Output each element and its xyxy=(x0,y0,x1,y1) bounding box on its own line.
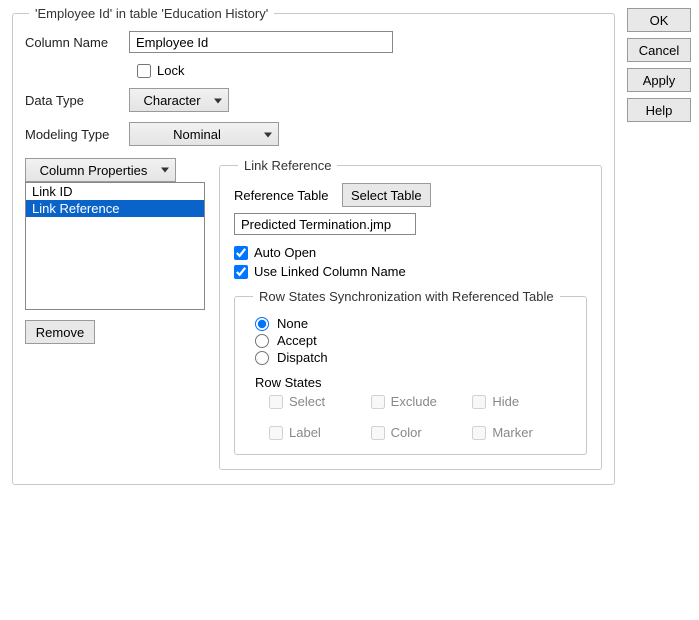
radio-none-wrap[interactable]: None xyxy=(255,316,572,331)
rs-label-wrap: Label xyxy=(269,425,357,440)
rs-select-checkbox xyxy=(269,395,283,409)
rs-color-wrap: Color xyxy=(371,425,459,440)
column-name-input[interactable] xyxy=(129,31,393,53)
help-button[interactable]: Help xyxy=(627,98,691,122)
label-column-name: Column Name xyxy=(25,35,129,50)
rs-marker-checkbox xyxy=(472,426,486,440)
rs-exclude-label: Exclude xyxy=(391,394,437,409)
auto-open-checkbox[interactable] xyxy=(234,246,248,260)
rs-hide-wrap: Hide xyxy=(472,394,560,409)
link-reference-title: Link Reference xyxy=(238,158,337,173)
column-info-group: 'Employee Id' in table 'Education Histor… xyxy=(12,6,615,485)
row-states-sync-group: Row States Synchronization with Referenc… xyxy=(234,289,587,455)
rs-label-label: Label xyxy=(289,425,321,440)
use-linked-label: Use Linked Column Name xyxy=(254,264,406,279)
rs-select-wrap: Select xyxy=(269,394,357,409)
rs-marker-wrap: Marker xyxy=(472,425,560,440)
list-item[interactable]: Link Reference xyxy=(26,200,204,217)
list-item[interactable]: Link ID xyxy=(26,183,204,200)
rs-exclude-wrap: Exclude xyxy=(371,394,459,409)
label-modeling-type: Modeling Type xyxy=(25,127,129,142)
rs-marker-label: Marker xyxy=(492,425,532,440)
use-linked-checkbox[interactable] xyxy=(234,265,248,279)
rs-hide-checkbox xyxy=(472,395,486,409)
modeling-type-select[interactable]: Nominal xyxy=(129,122,279,146)
rs-label-checkbox xyxy=(269,426,283,440)
auto-open-wrap[interactable]: Auto Open xyxy=(234,245,316,260)
rs-color-checkbox xyxy=(371,426,385,440)
radio-none-label: None xyxy=(277,316,308,331)
group-title: 'Employee Id' in table 'Education Histor… xyxy=(29,6,274,21)
label-data-type: Data Type xyxy=(25,93,129,108)
radio-accept-wrap[interactable]: Accept xyxy=(255,333,572,348)
column-properties-select[interactable]: Column Properties xyxy=(25,158,176,182)
column-properties-listbox[interactable]: Link IDLink Reference xyxy=(25,182,205,310)
apply-button[interactable]: Apply xyxy=(627,68,691,92)
cancel-button[interactable]: Cancel xyxy=(627,38,691,62)
radio-none[interactable] xyxy=(255,317,269,331)
label-reference-table: Reference Table xyxy=(234,188,342,203)
ok-button[interactable]: OK xyxy=(627,8,691,32)
row-states-subtitle: Row States xyxy=(255,375,572,390)
lock-checkbox-wrap[interactable]: Lock xyxy=(137,63,184,78)
use-linked-wrap[interactable]: Use Linked Column Name xyxy=(234,264,406,279)
lock-label: Lock xyxy=(157,63,184,78)
rs-exclude-checkbox xyxy=(371,395,385,409)
rs-color-label: Color xyxy=(391,425,422,440)
rs-select-label: Select xyxy=(289,394,325,409)
select-table-button[interactable]: Select Table xyxy=(342,183,431,207)
radio-accept[interactable] xyxy=(255,334,269,348)
radio-dispatch[interactable] xyxy=(255,351,269,365)
lock-checkbox[interactable] xyxy=(137,64,151,78)
reference-table-input[interactable] xyxy=(234,213,416,235)
auto-open-label: Auto Open xyxy=(254,245,316,260)
link-reference-group: Link Reference Reference Table Select Ta… xyxy=(219,158,602,470)
remove-button[interactable]: Remove xyxy=(25,320,95,344)
row-states-sync-title: Row States Synchronization with Referenc… xyxy=(253,289,560,304)
radio-dispatch-wrap[interactable]: Dispatch xyxy=(255,350,572,365)
data-type-select[interactable]: Character xyxy=(129,88,229,112)
radio-dispatch-label: Dispatch xyxy=(277,350,328,365)
rs-hide-label: Hide xyxy=(492,394,519,409)
radio-accept-label: Accept xyxy=(277,333,317,348)
